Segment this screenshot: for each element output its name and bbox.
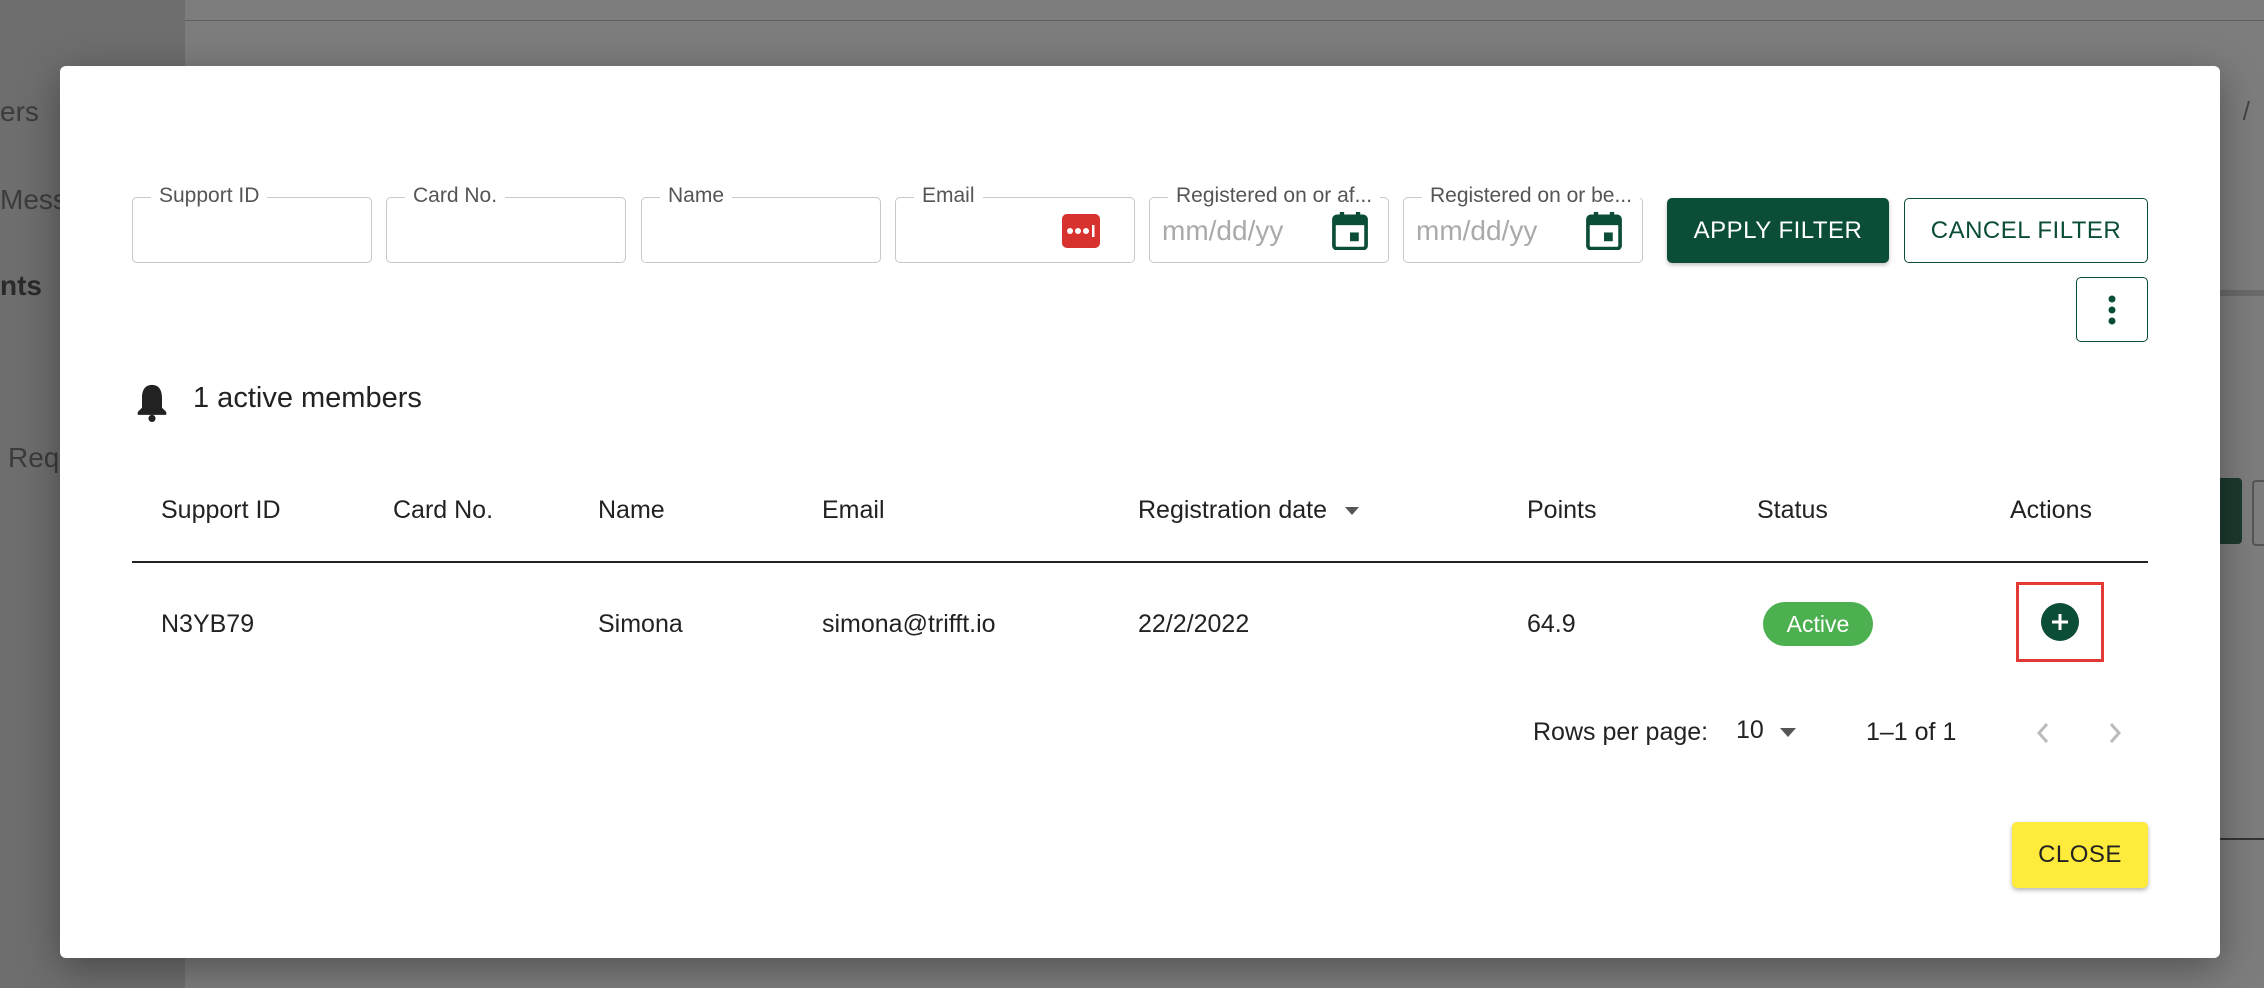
background-breadcrumb: / <box>2242 96 2250 126</box>
close-button[interactable]: CLOSE <box>2012 822 2148 888</box>
more-vert-icon <box>2108 295 2116 324</box>
calendar-icon[interactable] <box>1586 212 1622 250</box>
registered-before-label: Registered on or be... <box>1422 184 1640 208</box>
header-actions: Actions <box>2010 496 2092 524</box>
background-button-outline <box>2252 480 2264 546</box>
card-no-field[interactable]: Card No. <box>386 184 626 263</box>
rows-per-page-select[interactable]: 10 <box>1736 716 1764 745</box>
add-action-highlight <box>2016 582 2104 662</box>
background-nav-item[interactable]: Mess <box>0 184 67 216</box>
card-no-label: Card No. <box>405 184 506 208</box>
members-dialog: Support ID Card No. Name Email Registere… <box>60 66 2220 958</box>
add-button[interactable] <box>2041 603 2079 641</box>
apply-filter-button[interactable]: APPLY FILTER <box>1667 198 1889 263</box>
background-divider <box>185 20 2264 21</box>
header-points[interactable]: Points <box>1527 496 1596 525</box>
plus-icon <box>2052 614 2068 630</box>
cell-registration-date: 22/2/2022 <box>1138 610 1250 638</box>
sort-down-icon <box>1345 507 1360 516</box>
date-placeholder: mm/dd/yy <box>1416 215 1538 246</box>
name-label: Name <box>660 184 733 208</box>
registered-before-field[interactable]: Registered on or be... mm/dd/yy <box>1403 184 1643 263</box>
cell-email: simona@trifft.io <box>822 610 996 638</box>
header-status[interactable]: Status <box>1757 496 1828 525</box>
background-card-edge <box>2218 290 2264 296</box>
cell-name: Simona <box>598 610 683 638</box>
header-name[interactable]: Name <box>598 496 665 525</box>
password-manager-icon[interactable] <box>1062 214 1100 248</box>
chevron-right-icon[interactable] <box>2100 716 2130 750</box>
chevron-left-icon[interactable] <box>2028 716 2058 750</box>
registered-after-label: Registered on or af... <box>1168 184 1381 208</box>
dropdown-arrow-icon[interactable] <box>1780 728 1796 737</box>
rows-per-page-label: Rows per page: <box>1533 718 1709 746</box>
registered-after-field[interactable]: Registered on or af... mm/dd/yy <box>1149 184 1389 263</box>
support-id-label: Support ID <box>151 184 268 208</box>
cancel-filter-button[interactable]: CANCEL FILTER <box>1904 198 2148 263</box>
header-card-no[interactable]: Card No. <box>393 496 493 525</box>
header-registration-date: Registration date <box>1138 496 1328 524</box>
header-divider <box>132 561 2148 563</box>
bell-icon <box>137 384 167 422</box>
background-line <box>2218 838 2264 840</box>
background-nav-item[interactable]: ers <box>0 96 39 128</box>
email-label: Email <box>914 184 983 208</box>
background-nav-item[interactable]: Req <box>8 442 59 474</box>
date-placeholder: mm/dd/yy <box>1162 215 1284 246</box>
status-badge: Active <box>1763 602 1873 646</box>
active-members-count: 1 active members <box>193 382 422 414</box>
calendar-icon[interactable] <box>1332 212 1368 250</box>
cell-support-id: N3YB79 <box>161 610 255 638</box>
email-field[interactable]: Email <box>895 184 1135 263</box>
background-nav-item[interactable]: nts <box>0 270 42 302</box>
more-options-button[interactable] <box>2076 277 2148 342</box>
header-registration-date-wrap[interactable]: Registration date <box>1138 496 1360 525</box>
name-field[interactable]: Name <box>641 184 881 263</box>
pagination-range: 1–1 of 1 <box>1866 718 1957 746</box>
support-id-field[interactable]: Support ID <box>132 184 372 263</box>
cell-points: 64.9 <box>1527 610 1576 638</box>
header-email[interactable]: Email <box>822 496 885 525</box>
header-support-id[interactable]: Support ID <box>161 496 281 525</box>
